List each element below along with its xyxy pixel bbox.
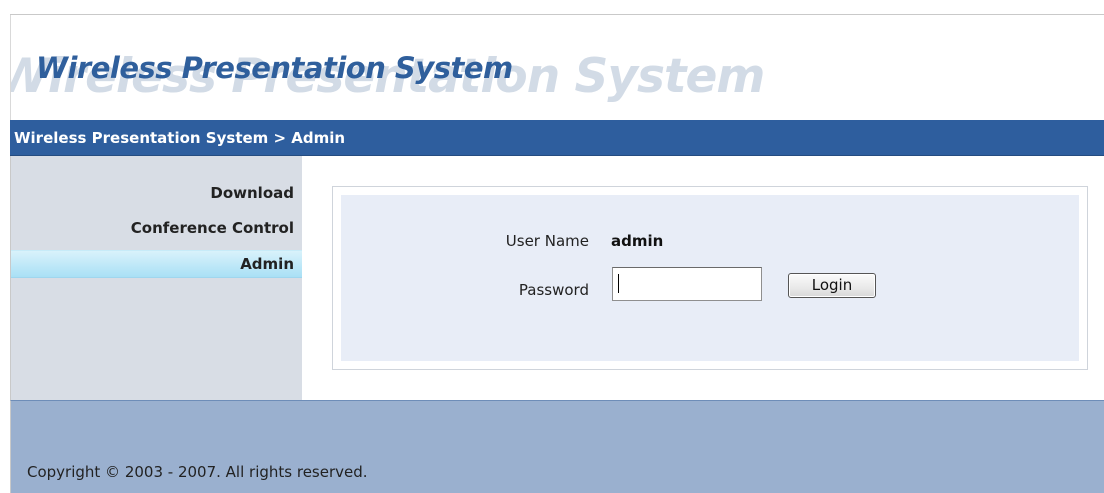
sidebar: Download Conference Control Admin <box>11 156 302 400</box>
username-label: User Name <box>505 232 589 250</box>
sidebar-item-admin[interactable]: Admin <box>11 250 302 278</box>
login-panel: User Name admin Password Login <box>332 186 1088 370</box>
login-button[interactable]: Login <box>788 273 876 298</box>
main-area: Download Conference Control Admin User N… <box>10 156 1104 400</box>
content-area: User Name admin Password Login <box>302 156 1104 400</box>
sidebar-item-download[interactable]: Download <box>11 180 302 208</box>
header-banner: Wireless Presentation System Wireless Pr… <box>10 15 1104 120</box>
copyright-text: Copyright © 2003 - 2007. All rights rese… <box>27 463 368 481</box>
breadcrumb-bar: Wireless Presentation System > Admin <box>10 120 1104 156</box>
footer: Copyright © 2003 - 2007. All rights rese… <box>10 400 1104 493</box>
password-label: Password <box>518 281 589 299</box>
text-caret <box>618 274 619 293</box>
password-field-wrap <box>612 267 762 301</box>
password-input[interactable] <box>612 267 762 301</box>
breadcrumb: Wireless Presentation System > Admin <box>14 129 346 147</box>
login-form: User Name admin Password Login <box>341 195 1079 361</box>
sidebar-item-conference-control[interactable]: Conference Control <box>11 215 302 243</box>
browser-page: Wireless Presentation System Wireless Pr… <box>0 0 1104 493</box>
logo-title: Wireless Presentation System <box>36 51 513 85</box>
username-value: admin <box>611 232 664 250</box>
